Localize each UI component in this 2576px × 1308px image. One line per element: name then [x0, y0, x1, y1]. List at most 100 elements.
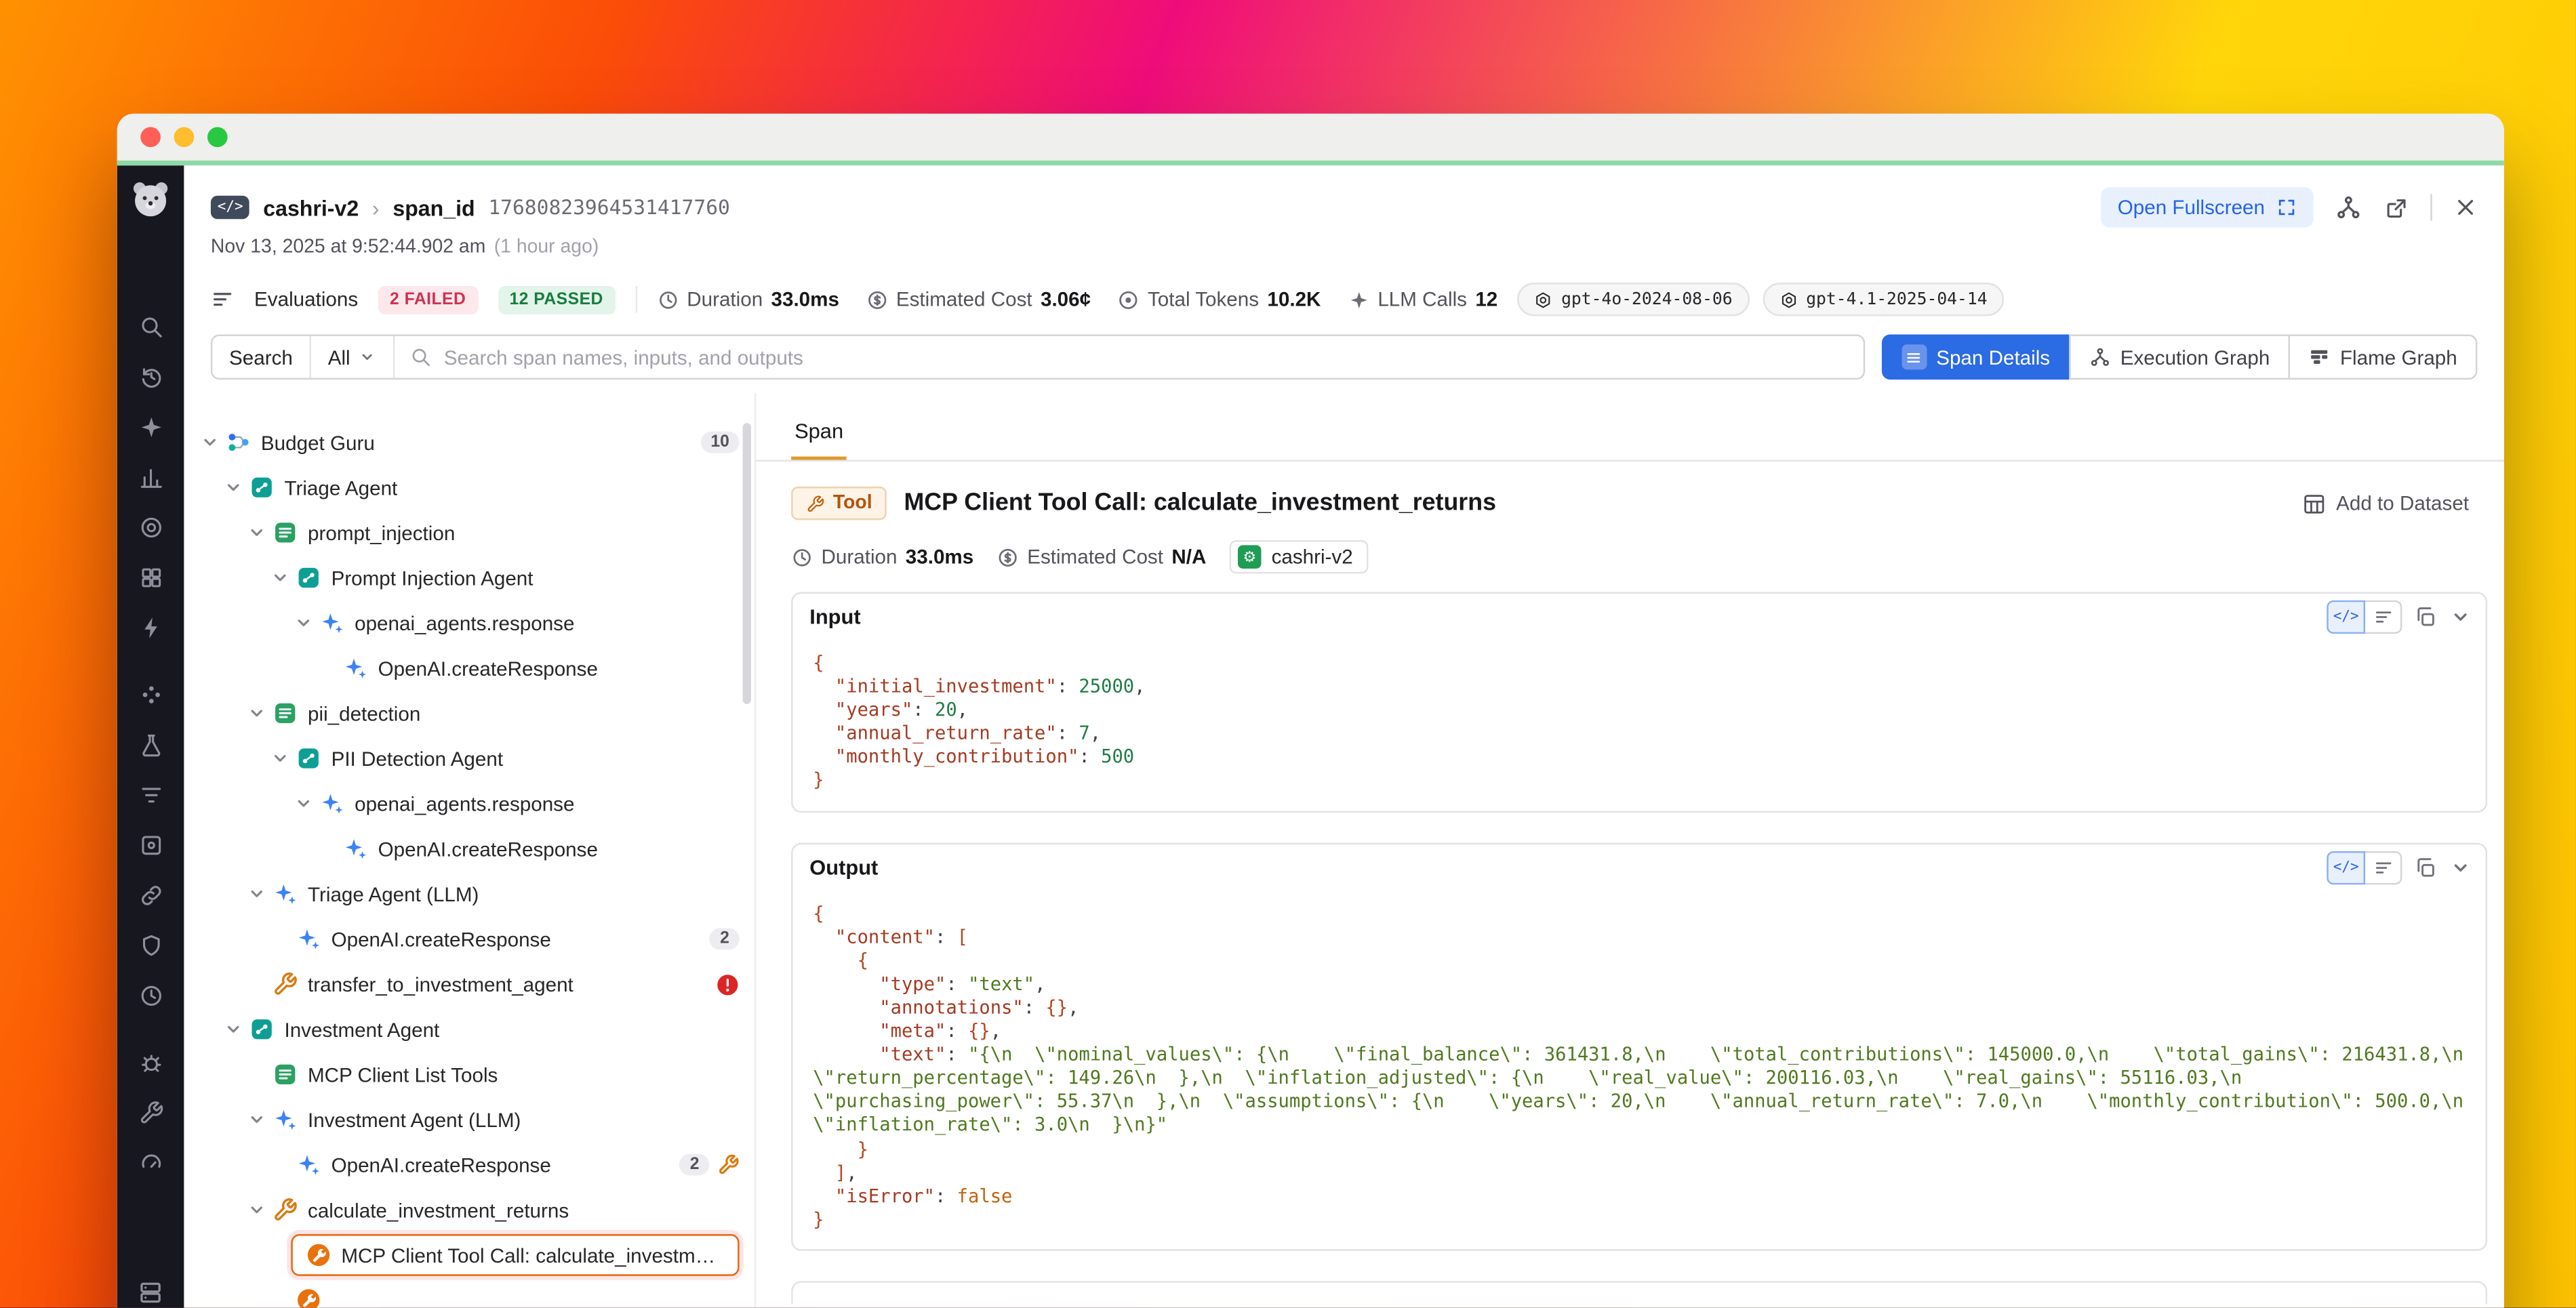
- tree-row-openai-createresponse[interactable]: OpenAI.createResponse: [184, 645, 754, 691]
- trace-graph-icon[interactable]: [2335, 194, 2362, 220]
- tree-row-mcp-client-tool-call-calculate-investm[interactable]: MCP Client Tool Call: calculate_investm…: [184, 1233, 754, 1278]
- debug-icon[interactable]: [132, 1044, 169, 1080]
- code-chip-icon: </>: [211, 196, 250, 220]
- experiments-icon[interactable]: [132, 726, 169, 762]
- chevron-down-icon[interactable]: [268, 747, 291, 771]
- tree-row-partial[interactable]: [184, 1278, 754, 1307]
- tab-span[interactable]: Span: [791, 410, 847, 460]
- chevron-down-icon[interactable]: [221, 476, 245, 499]
- close-window-button[interactable]: [140, 127, 161, 148]
- agent-icon: [249, 1017, 275, 1042]
- llm-sparkle-icon: [319, 611, 344, 636]
- add-to-dataset-button[interactable]: Add to Dataset: [2301, 491, 2469, 516]
- tree-row-pii-detection[interactable]: pii_detection: [184, 691, 754, 736]
- code-view-toggle[interactable]: </>: [2327, 851, 2365, 884]
- workspace: Budget Guru10Triage Agentprompt_injectio…: [184, 393, 2503, 1308]
- clock-icon: [657, 289, 679, 310]
- tree-row-triage-agent[interactable]: Triage Agent: [184, 465, 754, 510]
- clusters-icon[interactable]: [132, 676, 169, 712]
- chevron-down-icon[interactable]: [221, 1017, 245, 1041]
- app-window: </> cashri-v2 › span_id 1768082396453141…: [117, 114, 2504, 1308]
- zoom-window-button[interactable]: [207, 127, 228, 148]
- output-card-tools: </>: [2327, 851, 2472, 884]
- tools-icon[interactable]: [132, 1094, 169, 1130]
- tree-row-prompt-injection[interactable]: prompt_injection: [184, 510, 754, 556]
- copy-icon[interactable]: [2414, 855, 2438, 879]
- filters-icon[interactable]: [132, 776, 169, 813]
- minimize-window-button[interactable]: [174, 127, 195, 148]
- workflow-icon: [226, 430, 251, 455]
- tree-row-openai-createresponse[interactable]: OpenAI.createResponse: [184, 826, 754, 872]
- span-header: Tool MCP Client Tool Call: calculate_inv…: [756, 462, 2504, 525]
- code-view-toggle[interactable]: </>: [2327, 600, 2365, 634]
- search-input[interactable]: [444, 346, 1848, 369]
- breadcrumb-separator-icon: ›: [372, 195, 380, 220]
- llm-sparkle-icon: [296, 1152, 321, 1177]
- tree-row-triage-agent-llm[interactable]: Triage Agent (LLM): [184, 872, 754, 917]
- gauge-icon[interactable]: [132, 1144, 169, 1181]
- links-icon[interactable]: [132, 876, 169, 913]
- chevron-down-icon[interactable]: [244, 521, 268, 545]
- security-icon[interactable]: [132, 926, 169, 963]
- projects-icon[interactable]: [132, 558, 169, 595]
- tree-row-prompt-injection-agent[interactable]: Prompt Injection Agent: [184, 555, 754, 600]
- tree-row-transfer-to-investment-agent[interactable]: transfer_to_investment_agent: [184, 962, 754, 1007]
- tree-row-pii-detection-agent[interactable]: PII Detection Agent: [184, 736, 754, 781]
- tree-row-openai-createresponse[interactable]: OpenAI.createResponse2: [184, 1142, 754, 1187]
- model-badge-gpt-4-1-2025-04-14: gpt-4.1-2025-04-14: [1763, 283, 2004, 316]
- tree-row-investment-agent-llm[interactable]: Investment Agent (LLM): [184, 1097, 754, 1143]
- tree-row-budget-guru[interactable]: Budget Guru10: [184, 420, 754, 465]
- flame-graph-button[interactable]: Flame Graph: [2288, 335, 2477, 380]
- tree-row-investment-agent[interactable]: Investment Agent: [184, 1006, 754, 1052]
- chevron-down-icon[interactable]: [197, 430, 221, 454]
- phoenix-logo[interactable]: [129, 178, 172, 221]
- llm-sparkle-icon: [273, 1107, 298, 1132]
- project-badge[interactable]: ⚙ cashri-v2: [1230, 540, 1368, 573]
- header-actions: Open Fullscreen: [2101, 187, 2477, 227]
- search-icon[interactable]: [132, 308, 169, 344]
- infra-icon[interactable]: [132, 1274, 169, 1307]
- span-stats-row: Duration33.0ms Estimated CostN/A ⚙ cashr…: [756, 541, 2504, 571]
- extensions-icon[interactable]: [132, 826, 169, 863]
- chevron-down-icon[interactable]: [291, 611, 315, 635]
- traces-icon[interactable]: [132, 408, 169, 445]
- tree-row-mcp-client-list-tools[interactable]: MCP Client List Tools: [184, 1052, 754, 1097]
- collapse-chevron-icon[interactable]: [2449, 605, 2472, 629]
- eval-stat-total-tokens: Total Tokens10.2K: [1118, 287, 1321, 311]
- tree-row-openai-agents-response[interactable]: openai_agents.response: [184, 600, 754, 646]
- input-card-header: Input </>: [793, 594, 2486, 640]
- close-panel-icon[interactable]: [2454, 196, 2478, 220]
- text-view-toggle[interactable]: [2364, 851, 2402, 884]
- selected-tree-row[interactable]: MCP Client Tool Call: calculate_investm…: [291, 1234, 739, 1276]
- execution-graph-button[interactable]: Execution Graph: [2068, 335, 2290, 380]
- chevron-down-icon[interactable]: [244, 1108, 268, 1132]
- metrics-icon[interactable]: [132, 458, 169, 495]
- retention-icon[interactable]: [132, 977, 169, 1013]
- breadcrumb-project[interactable]: cashri-v2: [263, 195, 359, 220]
- copy-icon[interactable]: [2414, 605, 2438, 629]
- tree-row-openai-createresponse[interactable]: OpenAI.createResponse2: [184, 916, 754, 962]
- chevron-down-icon[interactable]: [291, 792, 315, 815]
- chevron-down-icon[interactable]: [244, 882, 268, 906]
- tree-rows: Budget Guru10Triage Agentprompt_injectio…: [184, 393, 754, 1308]
- span-details-button[interactable]: Span Details: [1881, 335, 2070, 380]
- open-external-icon[interactable]: [2383, 195, 2409, 220]
- sessions-icon[interactable]: [132, 508, 169, 545]
- chevron-down-icon[interactable]: [244, 1198, 268, 1222]
- text-view-toggle[interactable]: [2364, 600, 2402, 634]
- search-scope-dropdown[interactable]: All: [311, 336, 395, 378]
- tree-scrollbar[interactable]: [743, 423, 751, 704]
- open-fullscreen-button[interactable]: Open Fullscreen: [2101, 187, 2313, 227]
- dollar-icon: [997, 546, 1019, 568]
- chevron-down-icon[interactable]: [244, 701, 268, 725]
- search-scope-value: All: [328, 346, 350, 369]
- playground-icon[interactable]: [132, 609, 169, 645]
- span-time-ago: (1 hour ago): [494, 237, 599, 258]
- tree-row-label: openai_agents.response: [355, 611, 574, 635]
- tree-row-calculate-investment-returns[interactable]: calculate_investment_returns: [184, 1187, 754, 1233]
- passed-badge: 12 PASSED: [498, 285, 615, 314]
- history-icon[interactable]: [132, 358, 169, 394]
- collapse-chevron-icon[interactable]: [2449, 855, 2472, 879]
- tree-row-openai-agents-response[interactable]: openai_agents.response: [184, 781, 754, 826]
- chevron-down-icon[interactable]: [268, 566, 291, 590]
